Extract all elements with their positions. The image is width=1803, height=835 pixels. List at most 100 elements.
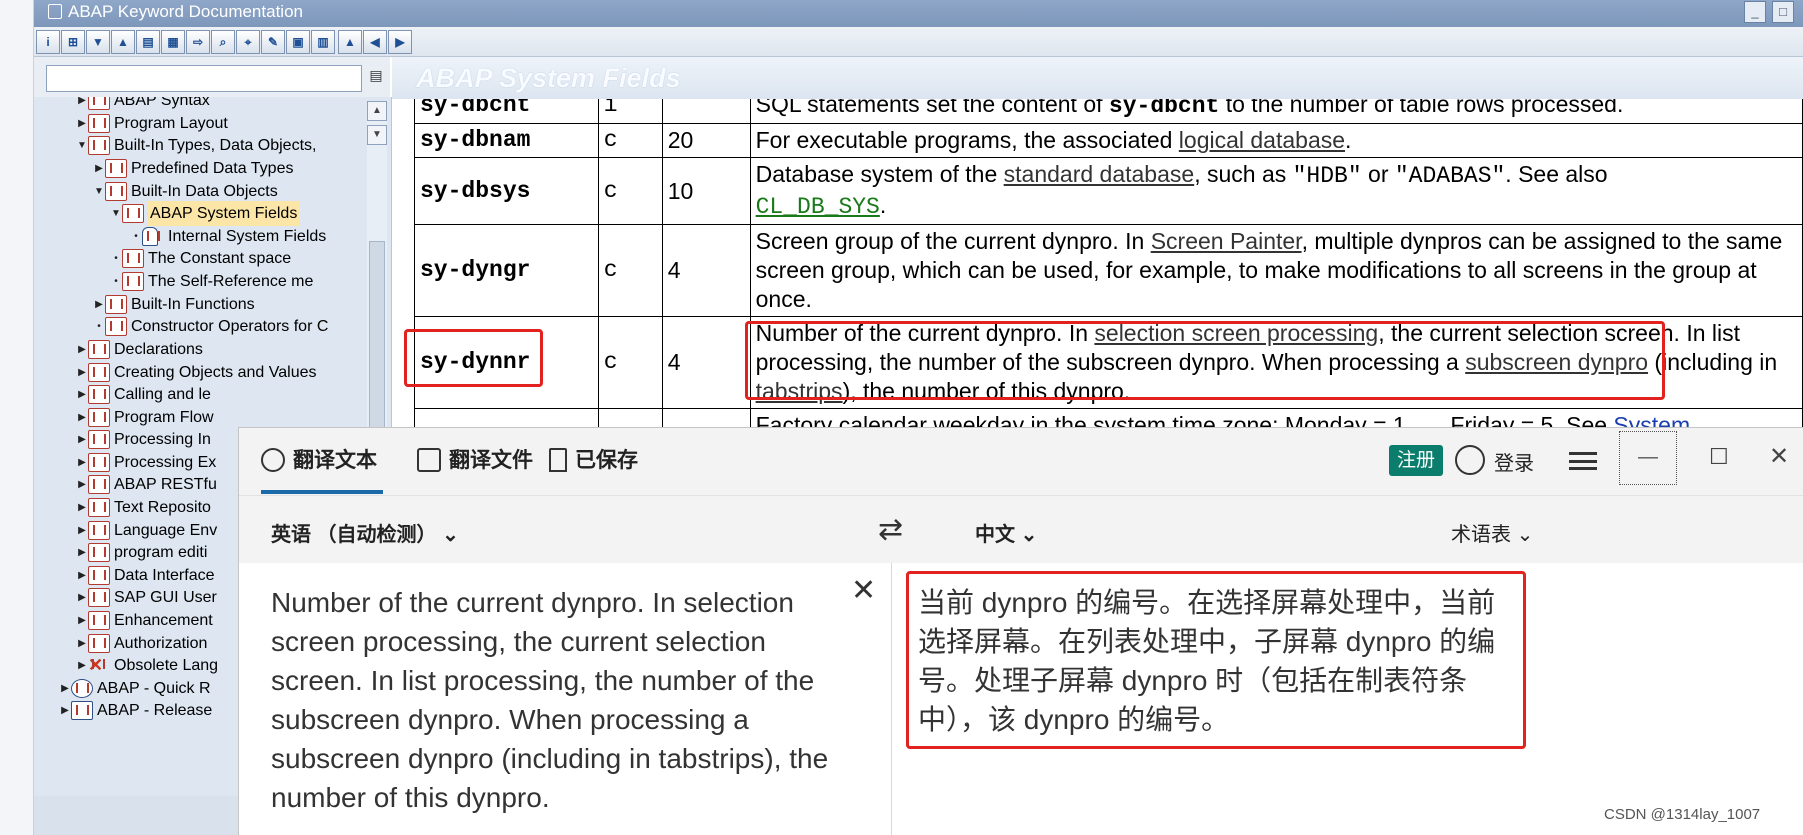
register-button[interactable]: 注册 [1389,445,1443,476]
help-icon [71,679,93,698]
expand-arrow-icon: ▶ [78,434,86,445]
translator-window: 翻译文本 翻译文件 已保存 注册 登录 — ☐ ✕ 英语 （自动检测） ⌄ ⇄ … [238,427,1803,835]
page-title: ABAP System Fields [392,57,1803,99]
link[interactable]: CL_DB_SYS [756,194,880,220]
field-type: c [597,157,663,225]
field-length: 4 [661,316,751,409]
book-icon [88,475,110,494]
book-icon [88,136,110,155]
maximize-button[interactable]: ☐ [1709,444,1729,470]
table-row: sy-dyngr c 4 Screen group of the current… [414,224,1803,317]
forward-icon[interactable]: ▶ [388,30,412,54]
bullet-icon: • [114,276,118,287]
book-icon [88,588,110,607]
source-language-select[interactable]: 英语 （自动检测） ⌄ [271,518,459,547]
book-icon [88,566,110,585]
chevron-down-icon: ⌄ [442,524,459,546]
collapse-arrow-icon: ▼ [77,140,87,151]
highlight-box-translation [906,571,1526,749]
left-margin [0,0,34,835]
translator-header: 翻译文本 翻译文件 已保存 注册 登录 — ☐ ✕ [239,428,1803,495]
tab-translate-file[interactable]: 翻译文件 [417,444,533,474]
expand-arrow-icon: ▶ [78,344,86,355]
field-name: sy-dbcnt [414,99,599,124]
grid-icon[interactable]: ▣ [286,30,310,54]
find-next-icon[interactable]: ⌖ [236,30,260,54]
close-button[interactable]: ✕ [1769,442,1789,471]
field-description: Database system of the standard database… [749,157,1803,225]
info-icon[interactable]: i [36,30,60,54]
book-icon [88,408,110,427]
lock-icon [142,227,160,246]
clipboard-icon[interactable]: ▤ [368,67,384,89]
book-icon [88,521,110,540]
expand-arrow-icon: ▶ [78,592,86,603]
minimize-button[interactable]: _ [1744,1,1766,23]
tab-saved[interactable]: 已保存 [549,444,638,474]
settings-icon[interactable]: ✎ [261,30,285,54]
book-icon [105,295,127,314]
collapse-icon[interactable]: ▲ [111,30,135,54]
book-icon [88,114,110,133]
field-description: Screen group of the current dynpro. In S… [749,224,1803,317]
highlight-box-description [745,321,1665,400]
swap-languages-icon[interactable]: ⇄ [878,512,903,547]
field-description: Factory calendar weekday in the system t… [749,408,1803,429]
field-length: 4 [661,224,751,317]
expand-arrow-icon: ▶ [78,479,86,490]
menu-icon[interactable] [1569,452,1597,470]
tree-icon[interactable]: ⊞ [61,30,85,54]
collapse-arrow-icon: ▼ [94,186,104,197]
minimize-button[interactable]: — [1619,431,1677,485]
find-icon[interactable]: ⌕ [211,30,235,54]
tab-translate-text[interactable]: 翻译文本 [261,444,377,474]
target-language-select[interactable]: 中文 ⌄ [975,518,1037,547]
toolbar: i ⊞ ▼ ▲ ▤ ▦ ⇨ ⌕ ⌖ ✎ ▣ ▥ ▲ ◀ ▶ [34,27,1803,57]
field-name: sy-dyngr [414,224,599,317]
login-link[interactable]: 登录 [1494,447,1534,476]
scroll-up-icon[interactable]: ▲ [367,101,387,121]
book-icon [122,249,144,268]
bullet-icon: • [134,231,138,242]
book-icon [88,363,110,382]
back-icon[interactable]: ◀ [363,30,387,54]
link[interactable]: logical database [1179,127,1345,153]
system-fields-table-area: sy-dbcnt i SQL statements set the conten… [392,99,1803,429]
field-type: c [597,316,663,409]
book-icon [88,543,110,562]
link[interactable]: Screen Painter [1151,228,1302,254]
book-icon [88,634,110,653]
scroll-down-icon[interactable]: ▼ [367,125,387,145]
field-type: i [597,99,663,124]
glossary-select[interactable]: 术语表 ⌄ [1451,518,1533,547]
up-icon[interactable]: ▲ [338,30,362,54]
maximize-button[interactable]: □ [1772,1,1794,23]
source-text[interactable]: Number of the current dynpro. In selecti… [271,583,831,817]
highlight-box-field [404,329,543,387]
columns-icon[interactable]: ▥ [311,30,335,54]
window-titlebar: ABAP Keyword Documentation _ □ [34,0,1803,27]
active-tab-indicator [261,490,383,494]
clear-icon[interactable]: ✕ [851,573,876,608]
watermark: CSDN @1314lay_1007 [1604,806,1761,823]
user-icon[interactable] [1455,445,1485,475]
field-type: c [597,224,663,317]
collapse-arrow-icon: ▼ [111,208,121,219]
document-icon [48,4,62,19]
field-length [661,99,751,124]
book-icon [105,159,127,178]
field-type [597,408,663,429]
book-icon [105,182,127,201]
table-row: sy-dbsys c 10 Database system of the sta… [414,157,1803,225]
export-icon[interactable]: ⇨ [186,30,210,54]
book-icon [88,385,110,404]
expand-icon[interactable]: ▼ [86,30,110,54]
search-input[interactable] [46,65,362,92]
print-icon[interactable]: ▤ [136,30,160,54]
source-text-pane[interactable]: Number of the current dynpro. In selecti… [239,563,891,835]
link[interactable]: standard database [1004,161,1195,187]
language-bar: 英语 （自动检测） ⌄ ⇄ 中文 ⌄ 术语表 ⌄ [239,495,1803,563]
print-preview-icon[interactable]: ▦ [161,30,185,54]
expand-arrow-icon: ▶ [95,163,103,174]
bullet-icon: • [97,321,101,332]
